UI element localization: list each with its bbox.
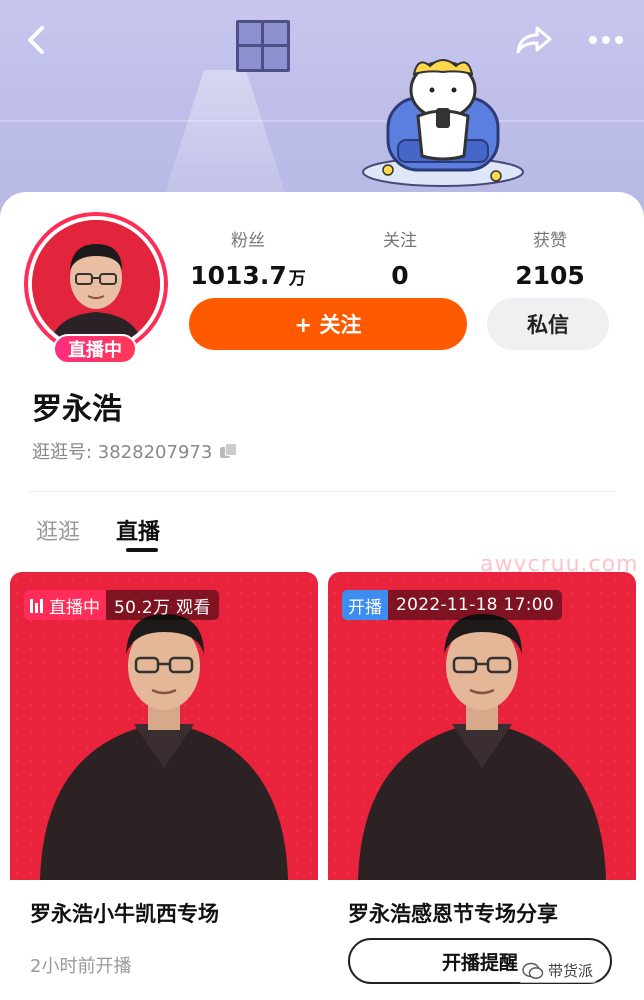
badge-type: 开播	[342, 590, 388, 620]
live-bars-icon	[30, 597, 45, 613]
mascot-illustration	[362, 59, 524, 187]
copy-icon[interactable]	[220, 443, 238, 459]
live-card[interactable]: 直播中 50.2万 观看 罗永浩小牛凯西专场 2小时前开播	[10, 572, 318, 1000]
badge-live: 直播中	[24, 590, 106, 620]
live-status-badge[interactable]: 直播中	[53, 334, 137, 364]
stat-fans[interactable]: 粉丝 1013.7 万	[188, 226, 308, 290]
more-options-button[interactable]	[586, 22, 626, 58]
follow-button[interactable]: + 关注	[189, 298, 467, 350]
avatar-photo	[32, 220, 160, 348]
user-id: 逛逛号: 3828207973	[32, 442, 213, 463]
stat-label: 关注	[383, 231, 417, 251]
scheduled-time: 2022-11-18 17:00	[388, 590, 562, 620]
back-arrow-icon	[28, 26, 44, 54]
divider	[28, 491, 616, 492]
stat-following[interactable]: 关注 0	[340, 226, 460, 290]
message-button[interactable]: 私信	[487, 298, 609, 350]
window-illustration	[236, 20, 290, 72]
stat-label: 获赞	[533, 231, 567, 251]
wechat-icon	[522, 962, 544, 979]
wall-line	[0, 120, 644, 122]
badge-type: 直播中	[49, 597, 100, 618]
tab-live[interactable]: 直播	[116, 514, 160, 546]
stat-label: 粉丝	[231, 231, 265, 251]
back-button[interactable]	[16, 22, 56, 58]
watermark-text: 带货派	[548, 962, 594, 980]
viewer-count: 50.2万 观看	[106, 590, 219, 620]
stat-value: 1013.7 万	[188, 261, 308, 290]
stat-likes[interactable]: 获赞 2105	[490, 226, 610, 290]
live-badge: 直播中 50.2万 观看	[24, 590, 219, 620]
tab-browse[interactable]: 逛逛	[36, 514, 80, 546]
following-count: 0	[391, 261, 409, 290]
card-subtitle: 2小时前开播	[30, 956, 132, 977]
watermark-brand: 带货派	[518, 958, 598, 983]
card-title: 罗永浩感恩节专场分享	[348, 902, 558, 926]
fans-unit: 万	[288, 269, 306, 289]
user-name: 罗永浩	[32, 392, 122, 427]
card-title: 罗永浩小牛凯西专场	[30, 902, 219, 926]
schedule-badge: 开播 2022-11-18 17:00	[342, 590, 562, 620]
active-tab-indicator	[126, 548, 158, 552]
live-card[interactable]: 开播 2022-11-18 17:00 罗永浩感恩节专场分享 开播提醒	[328, 572, 636, 1000]
fans-count: 1013.7	[190, 261, 287, 290]
user-id-row: 逛逛号: 3828207973	[32, 438, 238, 464]
likes-count: 2105	[515, 261, 585, 290]
more-dots-icon	[589, 36, 623, 44]
